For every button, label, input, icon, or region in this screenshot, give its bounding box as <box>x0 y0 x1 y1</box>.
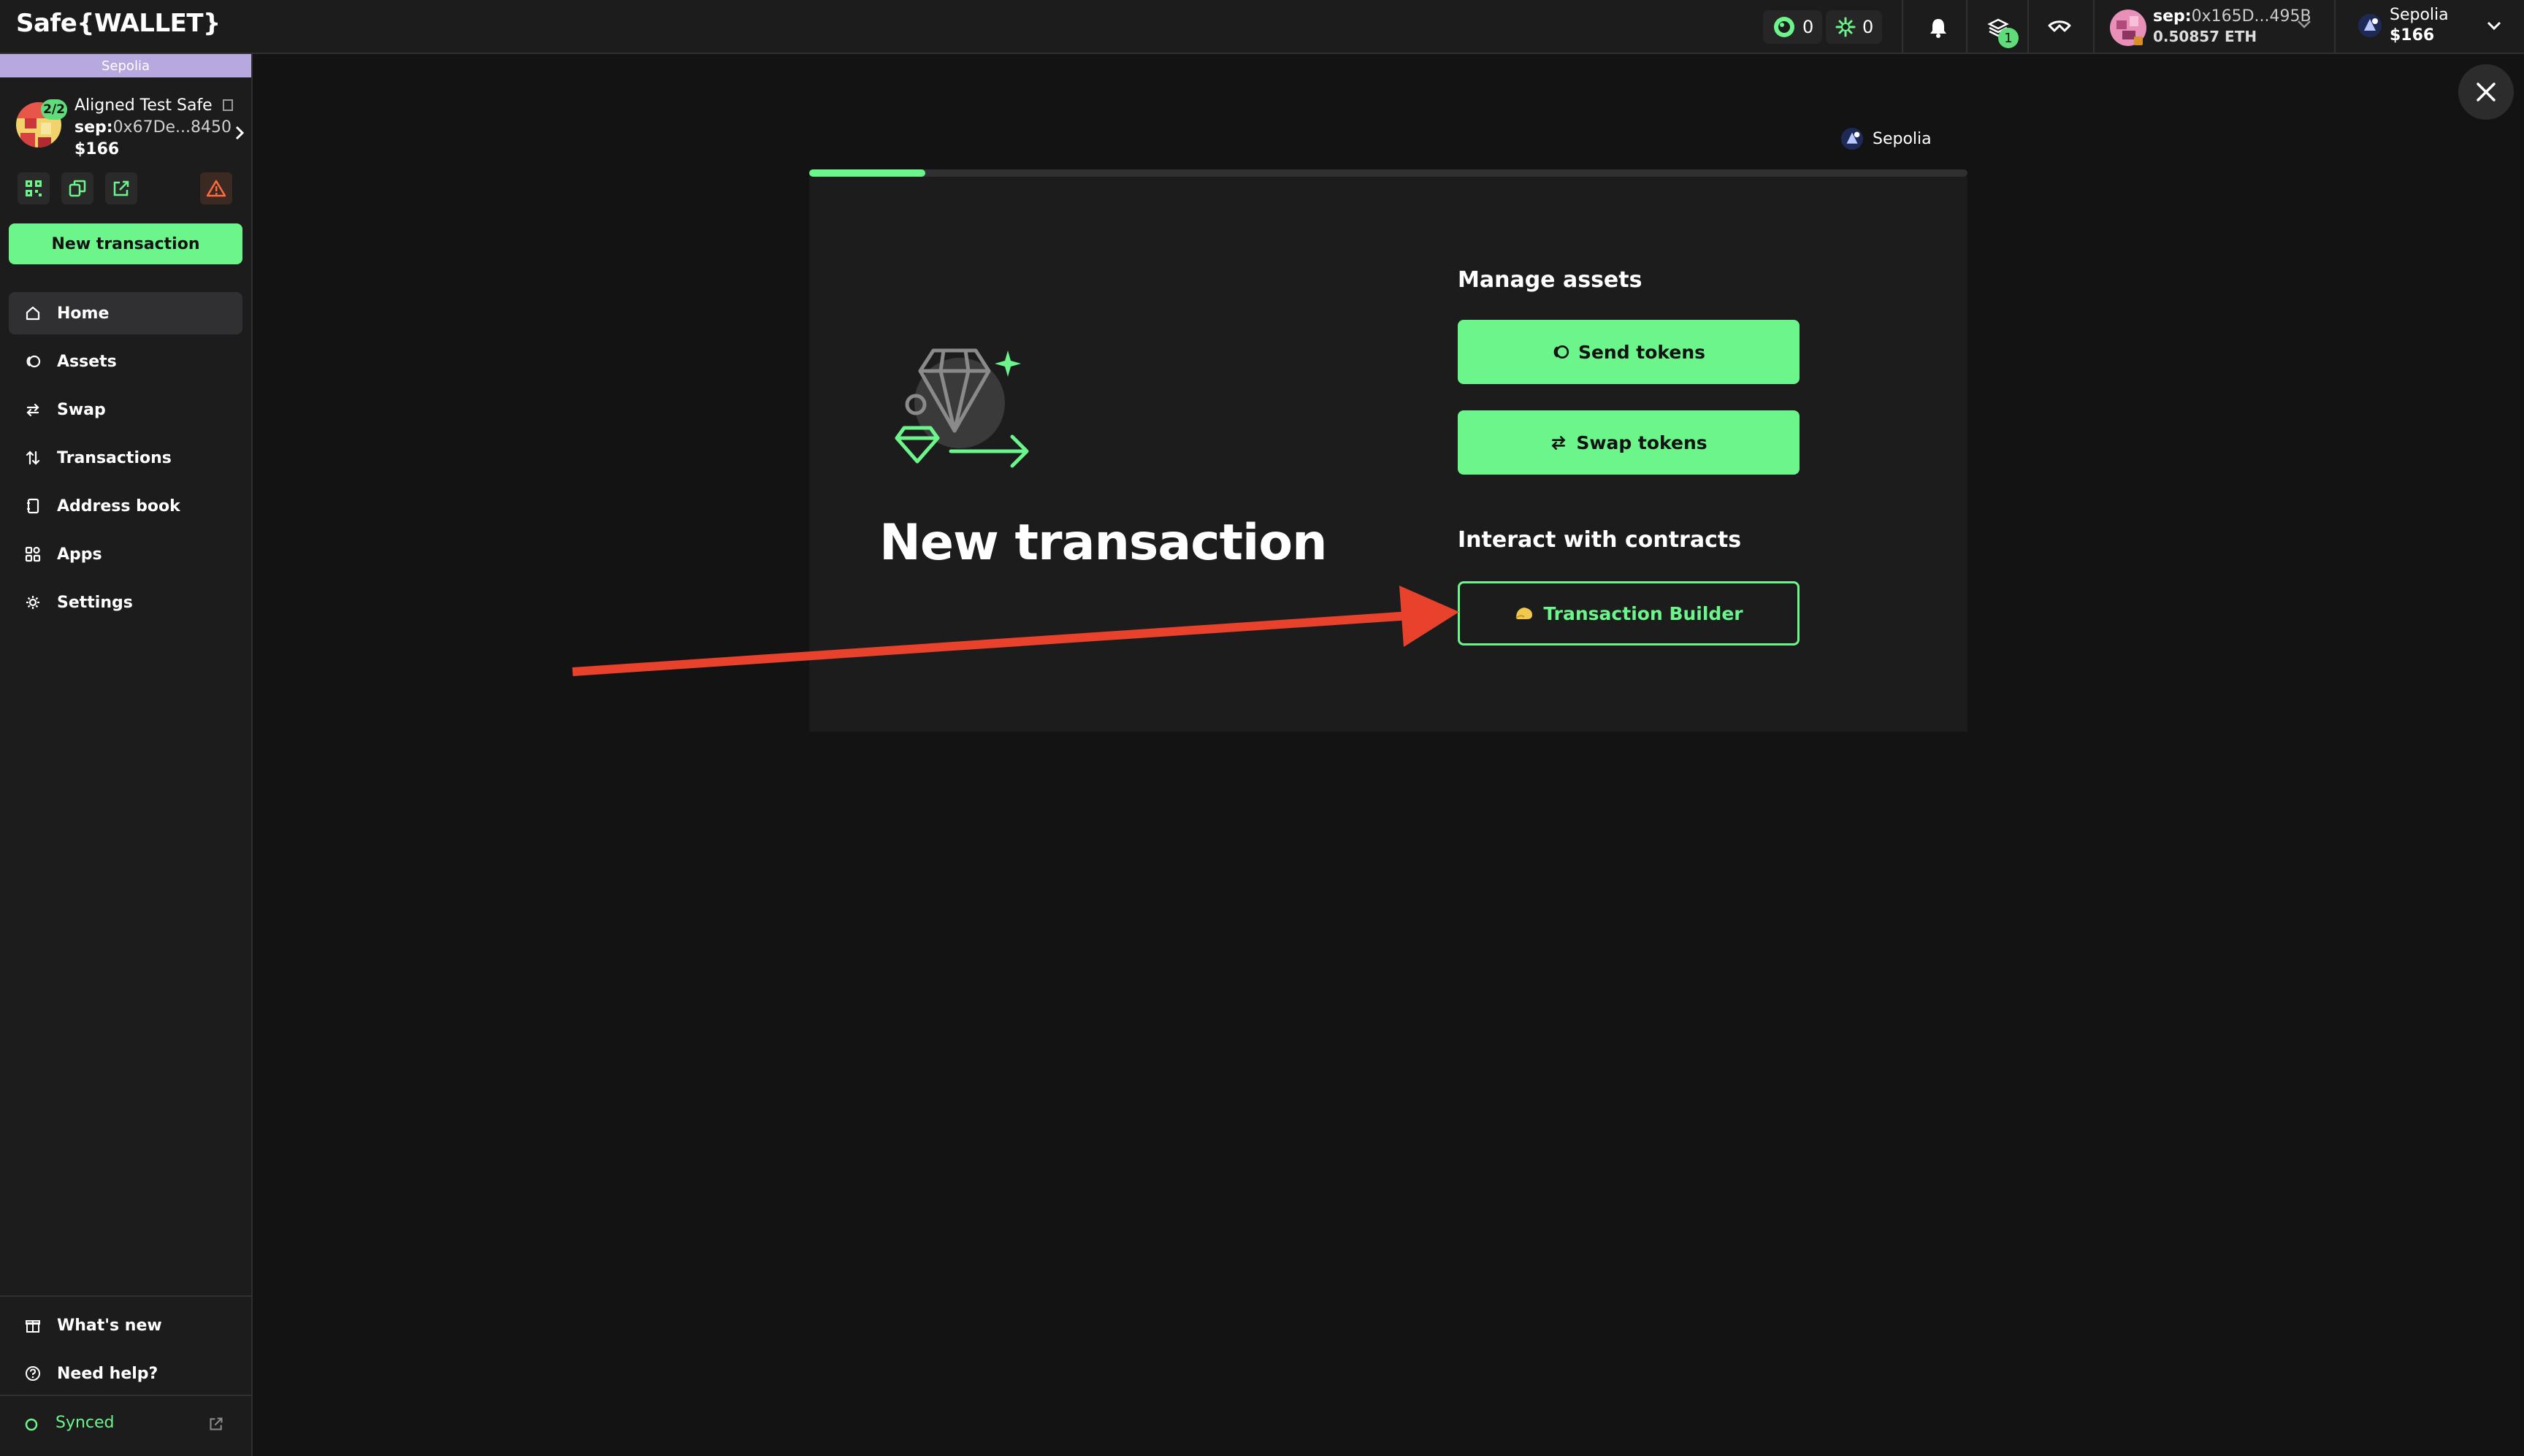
safe-name: Aligned Test Safe <box>74 96 234 115</box>
safe-info[interactable]: 2/2 Aligned Test Safe sep:0x67De...8450 … <box>16 95 250 175</box>
nav-item-settings[interactable]: Settings <box>9 581 242 624</box>
sidebar: Sepolia 2/2 Aligned Test Safe sep:0x67De… <box>0 54 253 1456</box>
nav-label: Home <box>57 304 110 323</box>
chevron-down-icon <box>2298 20 2311 28</box>
swap-icon <box>1551 436 1566 451</box>
external-link-icon[interactable] <box>209 1417 223 1431</box>
globe-icon <box>1774 17 1794 37</box>
nav-label: What's new <box>57 1316 162 1335</box>
warning-button[interactable] <box>200 172 232 204</box>
sepolia-network-icon <box>1840 127 1864 150</box>
account-balance: 0.50857 ETH <box>2153 28 2257 45</box>
diamond-transfer-illustration <box>895 348 1029 468</box>
sepolia-network-icon <box>2358 14 2382 37</box>
nav-item-need-help[interactable]: Need help? <box>9 1352 242 1395</box>
sync-status: Synced <box>0 1395 251 1456</box>
header-divider <box>1902 0 1903 54</box>
nav-item-address-book[interactable]: Address book <box>9 485 242 527</box>
nav-label: Transactions <box>57 448 172 467</box>
network-selector[interactable]: Sepolia $166 <box>2355 4 2501 48</box>
nav-label: Address book <box>57 497 180 516</box>
nav-item-apps[interactable]: Apps <box>9 533 242 575</box>
account-avatar <box>2110 9 2146 46</box>
app-root: Safe{WALLET} 0 0 1 sep:0x165D...495B 0.5… <box>0 0 2524 1456</box>
open-explorer-button[interactable] <box>105 172 137 204</box>
header-divider <box>2093 0 2095 54</box>
bell-icon[interactable] <box>1924 13 1953 42</box>
nav-label: Swap <box>57 400 106 419</box>
brand-logo[interactable]: Safe{WALLET} <box>16 9 221 38</box>
progress-fill <box>809 169 925 177</box>
transactions-icon <box>26 451 40 465</box>
gift-icon <box>26 1320 40 1333</box>
account-selector[interactable]: sep:0x165D...495B 0.50857 ETH <box>2109 6 2311 48</box>
nav-label: Need help? <box>57 1364 158 1383</box>
nav-item-swap[interactable]: Swap <box>9 388 242 431</box>
close-button[interactable] <box>2458 64 2514 120</box>
walletconnect-icon[interactable] <box>2045 13 2074 42</box>
swap-tokens-label: Swap tokens <box>1576 432 1707 453</box>
header-divider <box>2334 0 2336 54</box>
warning-icon <box>207 180 226 197</box>
nav-item-home[interactable]: Home <box>9 292 242 334</box>
status-dot-icon <box>25 1418 38 1431</box>
settings-icon <box>26 596 39 609</box>
nav-item-whats-new[interactable]: What's new <box>9 1304 242 1346</box>
copy-icon <box>69 180 86 197</box>
chain-indicator: Sepolia <box>0 54 251 77</box>
sidebar-bottom-divider <box>0 1295 251 1297</box>
counter-a: 0 <box>1802 17 1814 37</box>
chain-tag: Sepolia <box>1840 127 1932 150</box>
queue-badge: 1 <box>1998 28 2019 48</box>
copy-name-icon <box>222 99 233 111</box>
nav-item-transactions[interactable]: Transactions <box>9 437 242 479</box>
sparkle-icon <box>1835 17 1856 37</box>
transaction-builder-label: Transaction Builder <box>1543 602 1743 624</box>
new-transaction-button[interactable]: New transaction <box>9 223 242 264</box>
page-title: New transaction <box>879 514 1327 572</box>
chevron-down-icon <box>2487 21 2501 31</box>
sync-status-label: Synced <box>56 1414 115 1432</box>
interact-contracts-heading: Interact with contracts <box>1458 527 1742 553</box>
close-icon <box>2477 83 2496 101</box>
counter-b: 0 <box>1862 17 1874 37</box>
activity-counter[interactable]: 0 <box>1826 10 1883 44</box>
network-balance: $166 <box>2390 26 2435 45</box>
chain-tag-label: Sepolia <box>1873 129 1932 148</box>
safe-apps-counter[interactable]: 0 <box>1763 10 1823 44</box>
network-name: Sepolia <box>2390 6 2449 24</box>
send-tokens-label: Send tokens <box>1578 341 1706 363</box>
apps-icon <box>25 546 41 562</box>
transaction-builder-icon <box>1515 608 1533 619</box>
threshold-badge: 2/2 <box>41 99 67 120</box>
home-icon <box>26 306 40 321</box>
nav-label: Settings <box>57 593 133 612</box>
safe-balance: $166 <box>74 140 120 158</box>
external-link-icon <box>113 180 129 196</box>
swap-icon <box>26 403 39 417</box>
account-address: sep:0x165D...495B <box>2153 7 2311 26</box>
qr-code-icon <box>26 180 42 196</box>
swap-tokens-button[interactable]: Swap tokens <box>1458 410 1800 475</box>
transaction-builder-button[interactable]: Transaction Builder <box>1458 581 1800 645</box>
assets-icon <box>1553 345 1569 359</box>
assets-icon <box>26 355 41 368</box>
qr-code-button[interactable] <box>18 172 50 204</box>
nav-item-assets[interactable]: Assets <box>9 340 242 383</box>
send-tokens-button[interactable]: Send tokens <box>1458 320 1800 384</box>
new-transaction-card: New transaction Manage assets Send token… <box>809 177 1967 732</box>
manage-assets-heading: Manage assets <box>1458 267 1642 293</box>
progress-bar <box>809 169 1967 177</box>
chevron-right-icon[interactable] <box>234 124 245 142</box>
address-book-icon <box>27 498 39 514</box>
copy-address-button[interactable] <box>61 172 93 204</box>
header-divider <box>1966 0 1967 54</box>
nav-label: Assets <box>57 352 117 371</box>
top-header: Safe{WALLET} 0 0 1 sep:0x165D...495B 0.5… <box>0 0 2524 54</box>
safe-address: sep:0x67De...8450 <box>74 118 232 137</box>
header-divider <box>2027 0 2029 54</box>
nav-label: Apps <box>57 545 102 564</box>
help-icon <box>26 1366 40 1381</box>
